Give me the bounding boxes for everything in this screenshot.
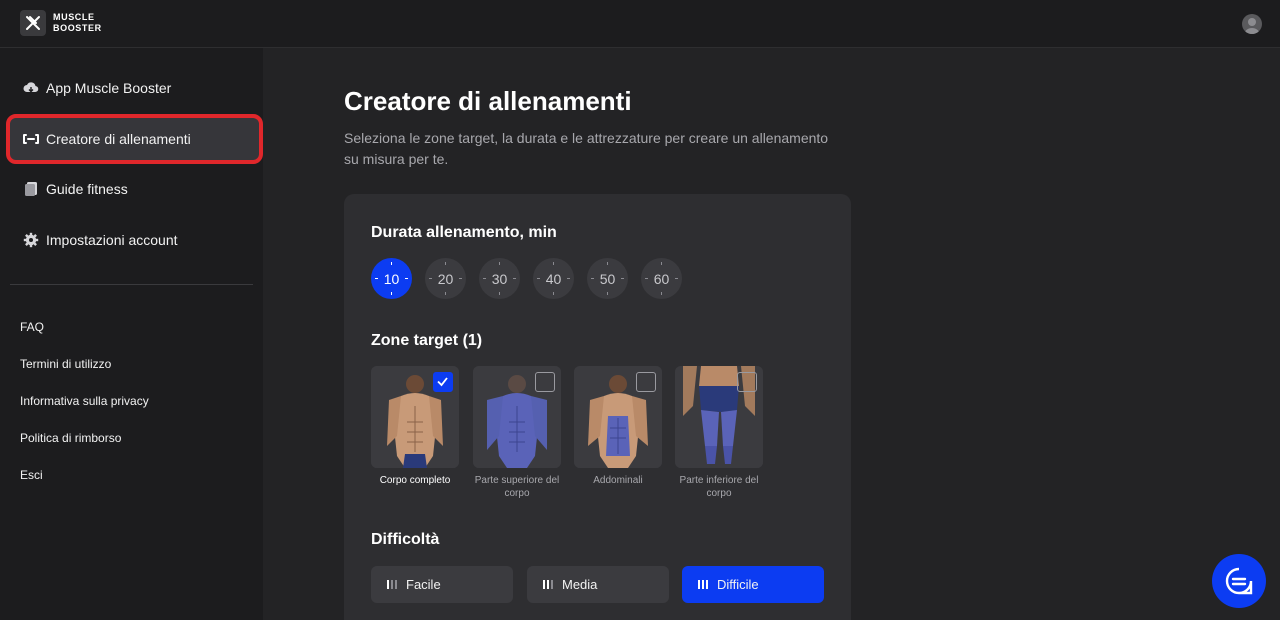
difficulty-bars-icon: [387, 580, 397, 589]
duration-option-10[interactable]: 10: [371, 258, 412, 299]
book-icon: [22, 180, 40, 198]
duration-option-30[interactable]: 30: [479, 258, 520, 299]
duration-option-20[interactable]: 20: [425, 258, 466, 299]
difficulty-title: Difficoltà: [371, 531, 440, 548]
sidebar-item-account-settings[interactable]: Impostazioni account: [10, 220, 253, 260]
zone-image-full-body: [371, 366, 459, 468]
workout-builder-card: Durata allenamento, min 10 20 30 40 50 6…: [344, 194, 851, 620]
sidebar-item-fitness-guides[interactable]: Guide fitness: [10, 169, 253, 209]
zone-checkbox-upper-body[interactable]: [535, 372, 555, 392]
chat-icon: [1225, 567, 1253, 595]
difficulty-medium-button[interactable]: Media: [527, 566, 669, 603]
zone-label-full-body: Corpo completo: [379, 475, 451, 486]
dumbbell-icon: [22, 130, 40, 148]
duration-option-50[interactable]: 50: [587, 258, 628, 299]
sidebar-divider: [10, 284, 253, 285]
link-refund[interactable]: Politica di rimborso: [20, 431, 121, 445]
logo-icon: [20, 10, 46, 36]
zones-title: Zone target (1): [371, 332, 483, 349]
gear-icon: [22, 231, 40, 249]
difficulty-bars-icon: [698, 580, 708, 589]
download-cloud-icon: [22, 79, 40, 97]
duration-option-40[interactable]: 40: [533, 258, 574, 299]
link-faq[interactable]: FAQ: [20, 320, 44, 334]
zone-label-abs: Addominali: [593, 475, 643, 486]
duration-title: Durata allenamento, min: [371, 224, 557, 241]
zone-image-lower-body: [675, 366, 763, 468]
chat-support-button[interactable]: [1212, 554, 1266, 608]
sidebar-item-workout-builder[interactable]: Creatore di allenamenti: [6, 114, 263, 164]
page-title: Creatore di allenamenti: [344, 86, 632, 116]
top-bar: MUSCLE BOOSTER: [0, 0, 1280, 48]
zone-checkbox-abs[interactable]: [636, 372, 656, 392]
link-logout[interactable]: Esci: [20, 468, 43, 482]
brand-logo[interactable]: MUSCLE BOOSTER: [20, 10, 113, 36]
zone-image-abs: [574, 366, 662, 468]
zone-full-body[interactable]: Corpo completo: [371, 366, 459, 487]
page-subtitle: Seleziona le zone target, la durata e le…: [344, 130, 829, 167]
zone-lower-body[interactable]: Parte inferiore del corpo: [675, 366, 763, 500]
zone-label-lower-body: Parte inferiore del corpo: [679, 475, 759, 499]
zone-checkbox-full-body[interactable]: [433, 372, 453, 392]
zone-upper-body[interactable]: Parte superiore del corpo: [473, 366, 561, 500]
link-terms[interactable]: Termini di utilizzo: [20, 357, 111, 371]
difficulty-bars-icon: [543, 580, 553, 589]
zone-checkbox-lower-body[interactable]: [737, 372, 757, 392]
difficulty-easy-button[interactable]: Facile: [371, 566, 513, 603]
zone-image-upper-body: [473, 366, 561, 468]
link-privacy[interactable]: Informativa sulla privacy: [20, 394, 149, 408]
sidebar: App Muscle Booster Creatore di allenamen…: [0, 48, 263, 620]
zone-label-upper-body: Parte superiore del corpo: [474, 475, 560, 499]
zone-abs[interactable]: Addominali: [574, 366, 662, 487]
sidebar-item-app[interactable]: App Muscle Booster: [10, 68, 253, 108]
brand-name: MUSCLE BOOSTER: [53, 12, 102, 33]
duration-option-60[interactable]: 60: [641, 258, 682, 299]
user-avatar-icon[interactable]: [1242, 14, 1262, 34]
difficulty-hard-button[interactable]: Difficile: [682, 566, 824, 603]
check-icon: [437, 377, 448, 387]
